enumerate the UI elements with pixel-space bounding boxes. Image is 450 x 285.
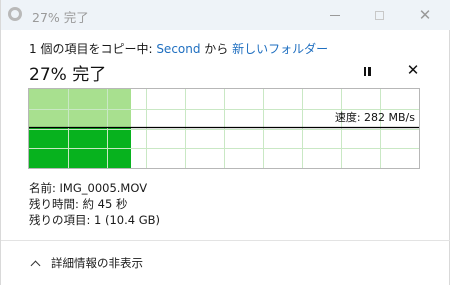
time-remaining-value: 約 45 秒 bbox=[82, 197, 128, 211]
window-title: 27% 完了 bbox=[32, 10, 89, 25]
time-remaining-label: 残り時間: bbox=[29, 197, 83, 211]
copy-progress-icon bbox=[8, 7, 22, 21]
destination-folder-link[interactable]: 新しいフォルダー bbox=[232, 42, 328, 56]
close-window-button[interactable]: ✕ bbox=[403, 0, 447, 30]
file-name-row: 名前: IMG_0005.MOV bbox=[29, 180, 147, 196]
items-remaining-row: 残りの項目: 1 (10.4 GB) bbox=[29, 212, 160, 228]
pause-button[interactable] bbox=[356, 61, 378, 81]
footer-divider bbox=[1, 240, 450, 241]
hide-details-label: 詳細情報の非表示 bbox=[51, 256, 143, 270]
completed-area-light bbox=[29, 89, 131, 127]
items-remaining-label: 残りの項目: bbox=[29, 213, 95, 227]
from-word: から bbox=[200, 42, 233, 56]
close-icon: ✕ bbox=[418, 5, 432, 24]
minimize-icon bbox=[330, 14, 340, 16]
chevron-up-icon bbox=[30, 260, 41, 270]
speed-graph-svg: 速度: 282 MB/s bbox=[29, 89, 419, 168]
maximize-button[interactable] bbox=[357, 0, 401, 30]
stop-button[interactable]: ✕ bbox=[402, 59, 424, 81]
hide-details-toggle[interactable]: 詳細情報の非表示 bbox=[29, 255, 143, 271]
progress-title: 27% 完了 bbox=[29, 65, 107, 85]
title-bar[interactable]: 27% 完了 ✕ bbox=[1, 0, 450, 30]
completed-area-speed bbox=[29, 127, 131, 168]
close-icon: ✕ bbox=[406, 61, 420, 79]
copy-prefix: 1 個の項目をコピー中: bbox=[29, 42, 157, 56]
time-remaining-row: 残り時間: 約 45 秒 bbox=[29, 196, 127, 212]
source-folder-link[interactable]: Second bbox=[156, 42, 200, 56]
items-remaining-value: 1 (10.4 GB) bbox=[94, 213, 161, 227]
file-name-value: IMG_0005.MOV bbox=[59, 181, 148, 195]
maximize-icon bbox=[374, 10, 384, 20]
speed-label: 速度: 282 MB/s bbox=[335, 110, 415, 124]
file-name-label: 名前: bbox=[29, 181, 60, 195]
transfer-speed-graph: 速度: 282 MB/s bbox=[28, 88, 420, 169]
copy-dialog-window: 27% 完了 ✕ 1 個の項目をコピー中: Second から 新しいフォルダー… bbox=[0, 0, 450, 285]
pause-icon bbox=[363, 66, 366, 76]
copy-status-line: 1 個の項目をコピー中: Second から 新しいフォルダー bbox=[29, 40, 328, 57]
minimize-button[interactable] bbox=[313, 0, 357, 30]
